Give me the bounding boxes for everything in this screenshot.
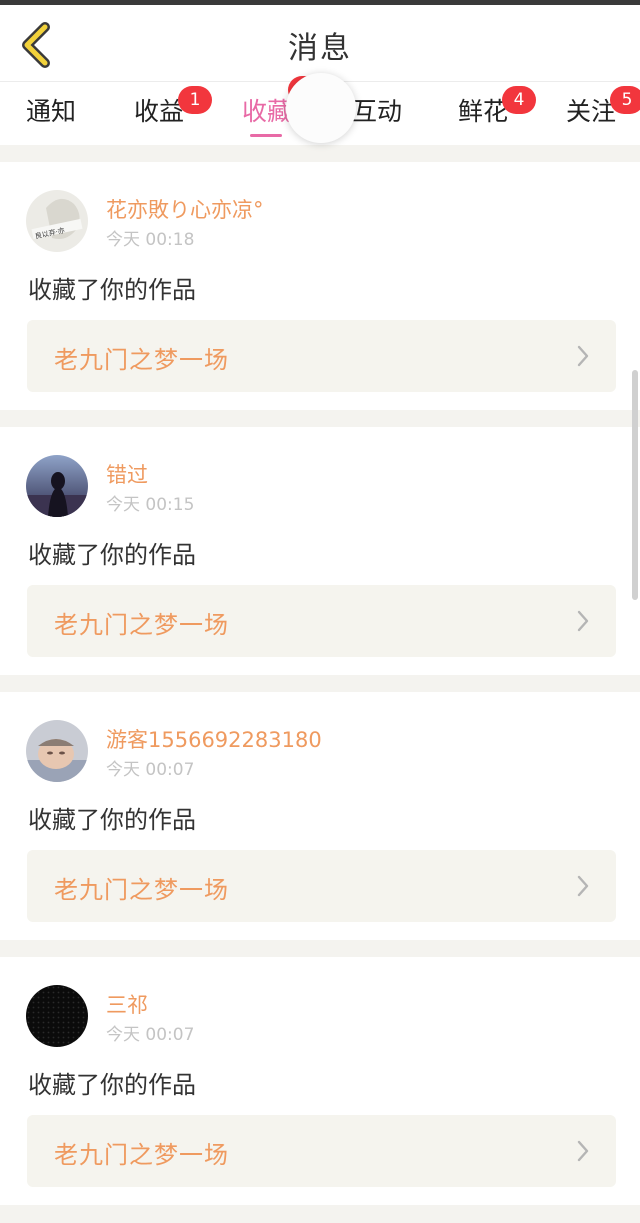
work-title: 老九门之梦一场: [54, 346, 229, 374]
tab-badge: 5: [610, 86, 640, 114]
tab-label: 关注: [566, 97, 617, 126]
avatar[interactable]: [26, 455, 88, 517]
work-title: 老九门之梦一场: [54, 1141, 229, 1169]
avatar[interactable]: [26, 985, 88, 1047]
timestamp: 今天 00:15: [106, 495, 195, 515]
page-title: 消息: [288, 31, 352, 66]
username[interactable]: 游客1556692283180: [106, 724, 322, 754]
activity-text: 收藏了你的作品: [28, 276, 196, 304]
avatar[interactable]: 良以弃·亦: [26, 190, 88, 252]
tab-follows[interactable]: 关注 5: [566, 86, 640, 142]
activity-text: 收藏了你的作品: [28, 1071, 196, 1099]
username[interactable]: 错过: [106, 459, 148, 489]
tab-interactions[interactable]: 互动: [352, 92, 402, 142]
timestamp: 今天 00:07: [106, 760, 195, 780]
avatar-dark-pattern-icon: [26, 985, 88, 1047]
tab-flowers[interactable]: 鲜花 4: [458, 86, 536, 142]
chevron-right-icon: [577, 1140, 589, 1162]
active-tab-indicator: [250, 134, 282, 137]
avatar[interactable]: [26, 720, 88, 782]
tab-label: 通知: [26, 97, 77, 126]
floating-assistive-button[interactable]: [286, 73, 356, 143]
chevron-right-icon: [577, 875, 589, 897]
avatar-silhouette-icon: [26, 455, 88, 517]
activity-text: 收藏了你的作品: [28, 541, 196, 569]
avatar-sketch-icon: 良以弃·亦: [26, 190, 88, 252]
work-link[interactable]: 老九门之梦一场: [27, 1115, 616, 1187]
username[interactable]: 三祁: [106, 989, 148, 1019]
avatar-baby-icon: [26, 720, 88, 782]
list-item: 三祁 今天 00:07 收藏了你的作品 老九门之梦一场: [0, 957, 640, 1205]
list-item: 错过 今天 00:15 收藏了你的作品 老九门之梦一场: [0, 427, 640, 675]
activity-text: 收藏了你的作品: [28, 806, 196, 834]
tab-earnings[interactable]: 收益 1: [134, 86, 212, 142]
tab-favorites[interactable]: 收藏: [242, 92, 292, 142]
work-link[interactable]: 老九门之梦一场: [27, 850, 616, 922]
chevron-right-icon: [577, 610, 589, 632]
work-link[interactable]: 老九门之梦一场: [27, 320, 616, 392]
username[interactable]: 花亦敗り心亦凉°: [106, 194, 264, 224]
list-item: 良以弃·亦 花亦敗り心亦凉° 今天 00:18 收藏了你的作品 老九门之梦一场: [0, 162, 640, 410]
top-app-bar: 消息: [0, 5, 640, 82]
tab-notifications[interactable]: 通知: [26, 92, 76, 142]
timestamp: 今天 00:18: [106, 230, 195, 250]
list-item: 游客1556692283180 今天 00:07 收藏了你的作品 老九门之梦一场: [0, 692, 640, 940]
work-title: 老九门之梦一场: [54, 876, 229, 904]
tab-label: 互动: [352, 97, 403, 126]
tab-label: 收藏: [242, 97, 293, 126]
work-title: 老九门之梦一场: [54, 611, 229, 639]
chevron-right-icon: [577, 345, 589, 367]
work-link[interactable]: 老九门之梦一场: [27, 585, 616, 657]
tab-label: 收益: [134, 97, 185, 126]
tab-badge: 4: [502, 86, 536, 114]
timestamp: 今天 00:07: [106, 1025, 195, 1045]
tab-badge: 1: [178, 86, 212, 114]
tab-label: 鲜花: [458, 97, 509, 126]
scrollbar[interactable]: [632, 370, 638, 600]
